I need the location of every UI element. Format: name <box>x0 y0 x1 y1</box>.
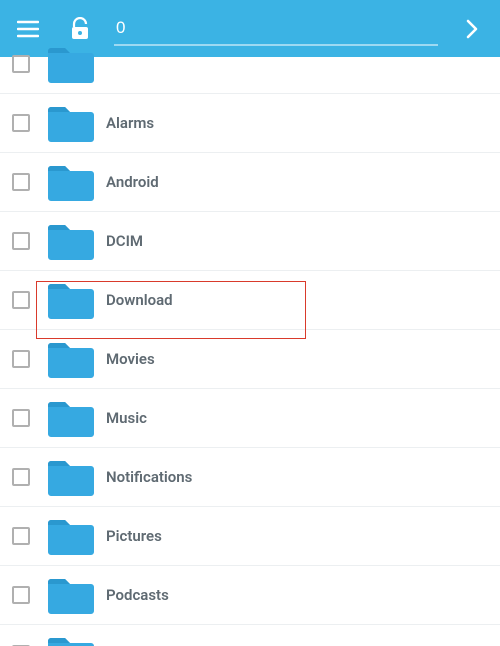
list-item[interactable]: Android <box>0 153 500 212</box>
list-item[interactable]: Movies <box>0 330 500 389</box>
checkbox[interactable] <box>12 55 30 73</box>
folder-icon <box>46 220 96 262</box>
list-item[interactable] <box>0 625 500 646</box>
folder-label: Download <box>106 291 173 309</box>
list-item[interactable]: Alarms <box>0 94 500 153</box>
folder-label: Android <box>106 173 159 191</box>
checkbox[interactable] <box>12 527 30 545</box>
checkbox[interactable] <box>12 586 30 604</box>
folder-icon <box>46 279 96 321</box>
folder-icon <box>46 43 96 85</box>
list-item[interactable]: Download <box>0 271 500 330</box>
folder-label: Movies <box>106 350 155 368</box>
folder-icon <box>46 102 96 144</box>
list-item[interactable]: Notifications <box>0 448 500 507</box>
folder-icon <box>46 574 96 616</box>
checkbox[interactable] <box>12 114 30 132</box>
list-item[interactable]: Pictures <box>0 507 500 566</box>
checkbox[interactable] <box>12 173 30 191</box>
folder-icon <box>46 338 96 380</box>
folder-list: Alarms Android DCIM Download Movies Music Noti… <box>0 35 500 646</box>
folder-icon <box>46 397 96 439</box>
checkbox[interactable] <box>12 409 30 427</box>
list-item[interactable]: DCIM <box>0 212 500 271</box>
folder-label: Music <box>106 409 147 427</box>
checkbox[interactable] <box>12 232 30 250</box>
folder-label: Pictures <box>106 527 162 545</box>
checkbox[interactable] <box>12 350 30 368</box>
folder-icon <box>46 161 96 203</box>
folder-icon <box>46 456 96 498</box>
folder-label: Podcasts <box>106 586 169 604</box>
folder-icon <box>46 515 96 557</box>
checkbox[interactable] <box>12 468 30 486</box>
list-item[interactable] <box>0 35 500 94</box>
list-item[interactable]: Music <box>0 389 500 448</box>
checkbox[interactable] <box>12 291 30 309</box>
folder-icon <box>46 633 96 646</box>
folder-label: Alarms <box>106 114 154 132</box>
folder-label: DCIM <box>106 232 143 250</box>
list-item[interactable]: Podcasts <box>0 566 500 625</box>
folder-label: Notifications <box>106 468 192 486</box>
